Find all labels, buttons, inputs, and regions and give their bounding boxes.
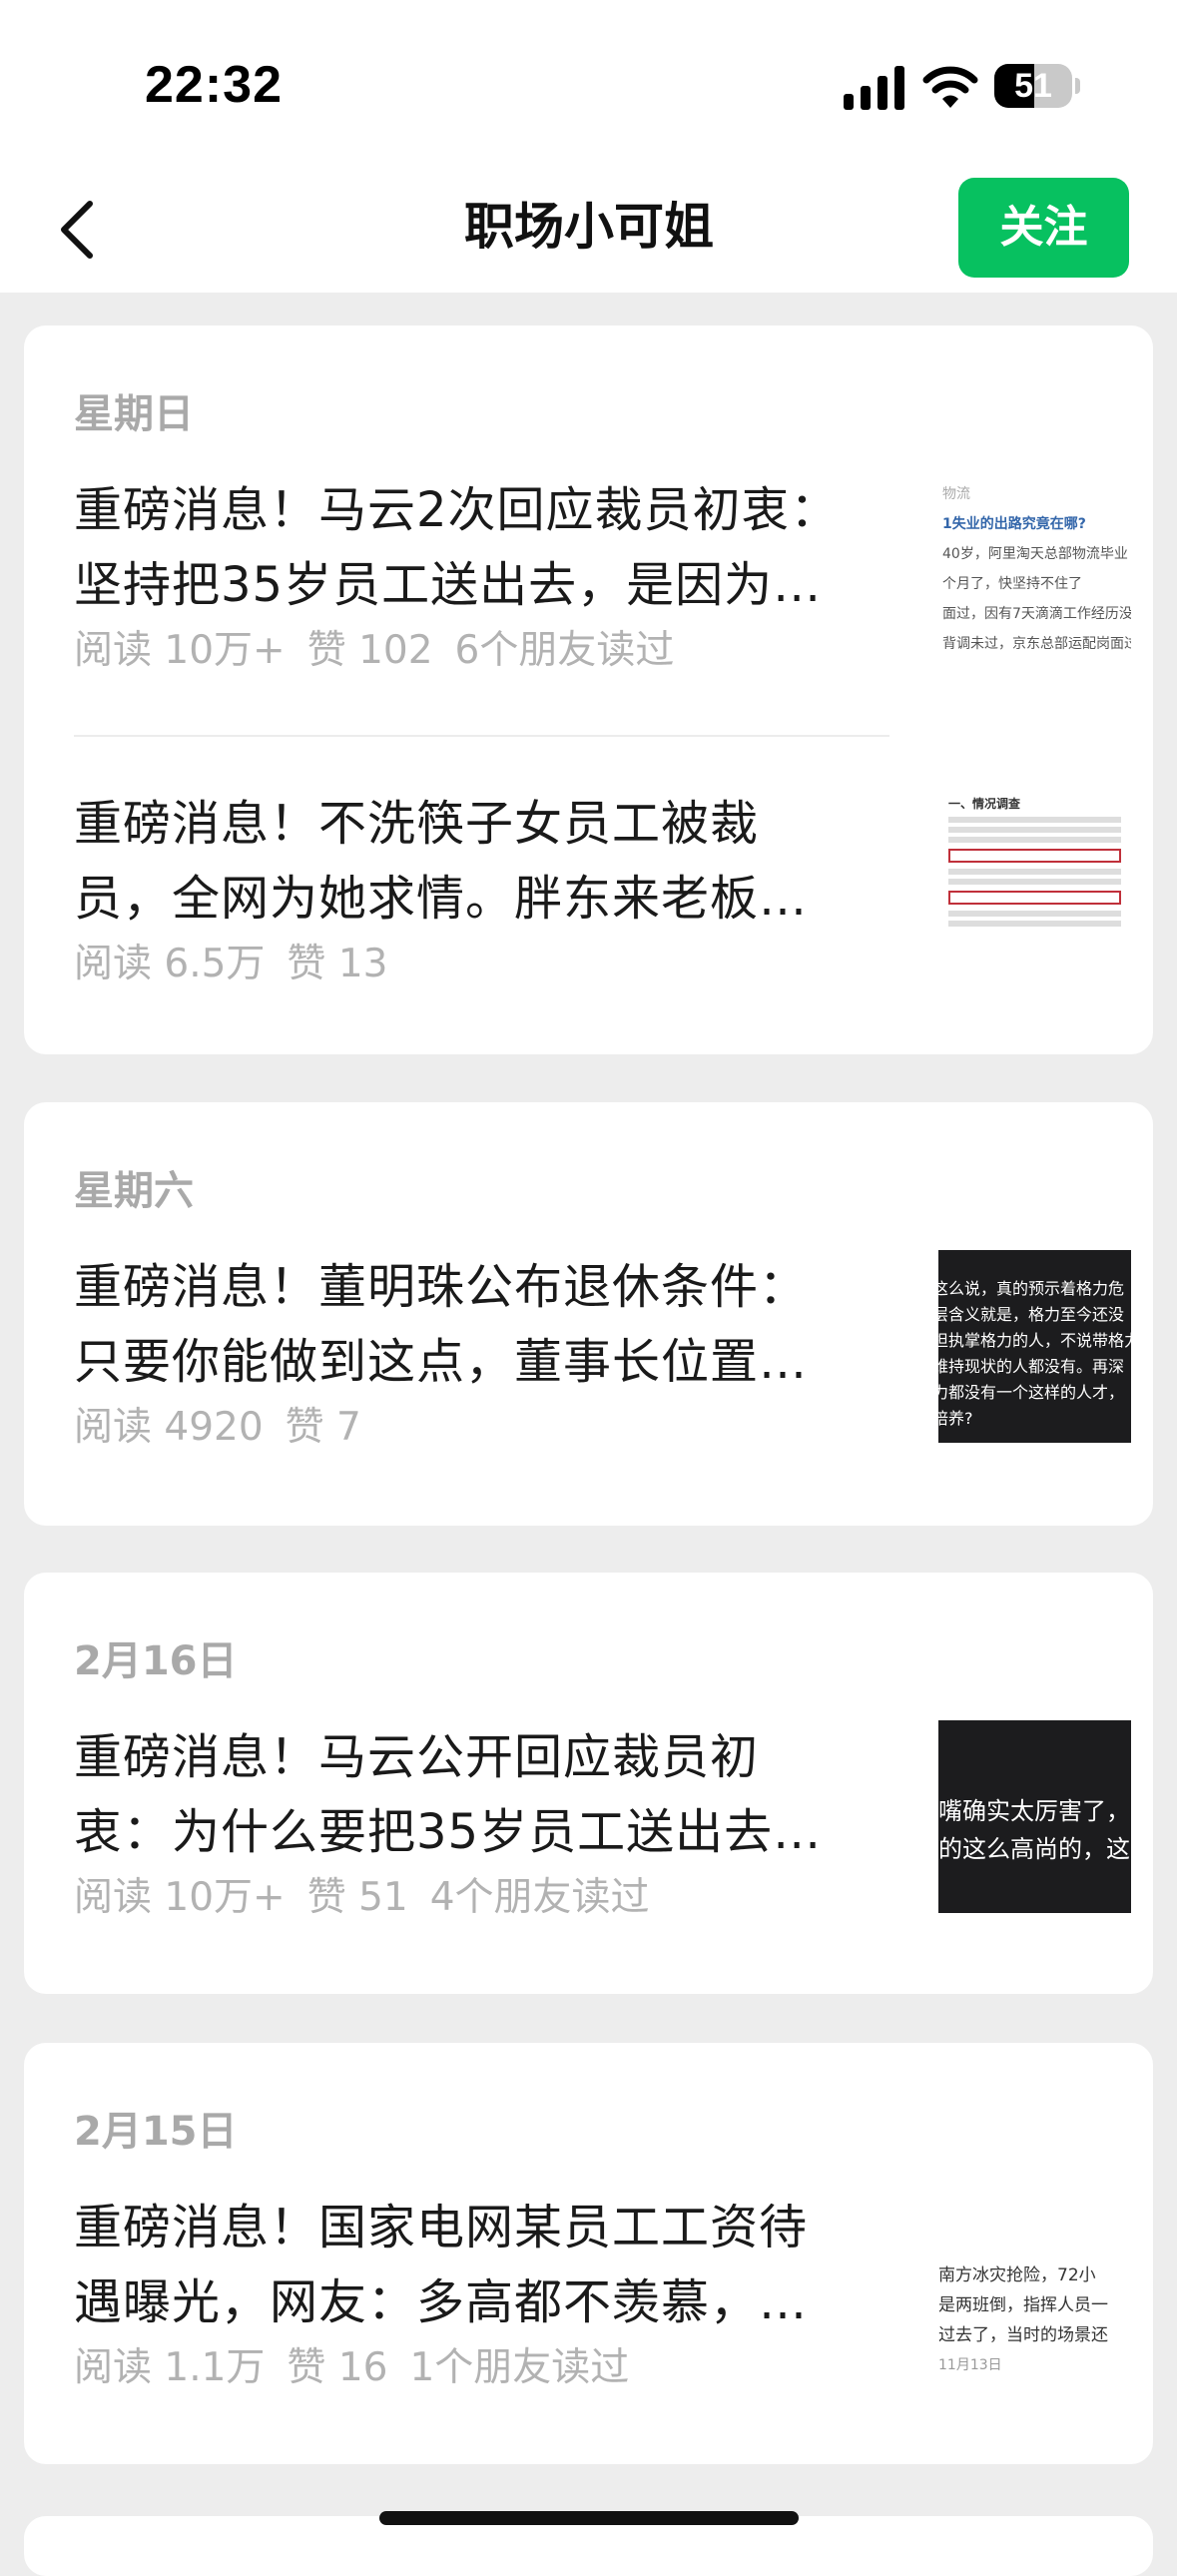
header: 22:32 51 职场小可姐 关注	[0, 0, 1177, 293]
article-title-line: 重磅消息！国家电网某员工工资待	[74, 2200, 809, 2255]
article-title-line: 重磅消息！马云2次回应裁员初衷：	[74, 482, 840, 538]
thumb-text: 背调未过，京东总部运配岗面过	[942, 636, 1131, 652]
friends-read: 6个朋友读过	[454, 628, 675, 673]
article-meta: 阅读 6.5万赞 13	[74, 937, 892, 992]
like-count: 赞 7	[285, 1405, 361, 1450]
like-count: 赞 16	[287, 2345, 388, 2390]
read-count: 阅读 4920	[74, 1405, 264, 1450]
article-title-line: 衷：为什么要把35岁员工送出去…	[74, 1804, 823, 1860]
list-item[interactable]: 重磅消息！马云公开回应裁员初 衷：为什么要把35岁员工送出去… 阅读 10万+ 赞…	[74, 1720, 1133, 1920]
article-thumbnail: 南方冰灾抢险，72小 是两班倒，指挥人员一 过去了，当时的场景还 11月13日	[938, 2191, 1131, 2383]
group-date: 2月16日	[74, 1638, 238, 1684]
read-count: 阅读 6.5万	[74, 942, 266, 986]
thumb-text: 是两班倒，指挥人员一	[938, 2295, 1108, 2315]
article-title-line: 重磅消息！不洗筷子女员工被裁	[74, 796, 760, 852]
thumb-text: 层含义就是，格力至今还没	[938, 1305, 1125, 1324]
group-date: 星期六	[74, 1168, 194, 1214]
list-item[interactable]: 重磅消息！董明珠公布退休条件： 只要你能做到这点，董事长位置… 阅读 4920 赞…	[74, 1250, 1133, 1450]
article-title-line: 坚持把35岁员工送出去，是因为…	[74, 557, 823, 613]
thumb-text: 物流	[942, 486, 970, 502]
article-title: 重磅消息！不洗筷子女员工被裁 员，全网为她求情。胖东来老板…	[74, 787, 892, 937]
article-title-line: 遇曝光，网友：多高都不羡慕，…	[74, 2274, 809, 2330]
thumb-text: 面过，因有7天滴滴工作经历没	[942, 606, 1131, 622]
article-thumbnail: 嘴确实太厉害了， 的这么高尚的，这	[938, 1720, 1131, 1913]
article-group-card: 星期日 重磅消息！马云2次回应裁员初衷： 坚持把35岁员工送出去，是因为… 阅读…	[24, 325, 1153, 1054]
cellular-signal-icon	[844, 66, 904, 110]
read-count: 阅读 10万+	[74, 628, 286, 673]
friends-read: 1个朋友读过	[409, 2345, 630, 2390]
article-meta: 阅读 1.1万赞 16 1个朋友读过	[74, 2340, 892, 2396]
thumb-text: 维持现状的人都没有。再深	[938, 1357, 1125, 1376]
thumb-text: 担执掌格力的人，不说带格力	[938, 1331, 1131, 1350]
article-meta: 阅读 10万+ 赞 102 6个朋友读过	[74, 623, 892, 679]
thumb-text: 的这么高尚的，这	[938, 1835, 1130, 1863]
group-date: 2月15日	[74, 2109, 238, 2155]
article-title: 重磅消息！董明珠公布退休条件： 只要你能做到这点，董事长位置…	[74, 1250, 892, 1400]
thumb-text: 11月13日	[938, 2357, 1002, 2373]
read-count: 阅读 1.1万	[74, 2345, 266, 2390]
like-count: 赞 102	[306, 628, 433, 673]
thumb-text: 40岁，阿里淘天总部物流毕业	[942, 546, 1128, 562]
article-group-card: 星期六 重磅消息！董明珠公布退休条件： 只要你能做到这点，董事长位置… 阅读 4…	[24, 1102, 1153, 1526]
thumb-text: 个月了，快坚持不住了	[942, 576, 1082, 592]
list-item[interactable]: 重磅消息！不洗筷子女员工被裁 员，全网为她求情。胖东来老板… 阅读 6.5万赞 …	[74, 787, 1133, 986]
article-title-line: 只要你能做到这点，董事长位置…	[74, 1334, 809, 1390]
battery-percent: 51	[1014, 67, 1052, 105]
article-title: 重磅消息！国家电网某员工工资待 遇曝光，网友：多高都不羡慕，…	[74, 2191, 892, 2340]
wifi-icon	[922, 66, 978, 108]
thumb-text: 1失业的出路究竟在哪?	[942, 516, 1086, 532]
article-group-card: 2月16日 重磅消息！马云公开回应裁员初 衷：为什么要把35岁员工送出去… 阅读…	[24, 1573, 1153, 1994]
article-title-line: 员，全网为她求情。胖东来老板…	[74, 871, 809, 927]
group-date: 星期日	[74, 391, 194, 437]
status-time: 22:32	[145, 56, 283, 114]
thumb-text: 嘴确实太厉害了，	[938, 1797, 1130, 1825]
page-title: 职场小可姐	[464, 198, 714, 256]
thumb-text: 过去了，当时的场景还	[938, 2325, 1108, 2345]
article-thumbnail: 这么说，真的预示着格力危 层含义就是，格力至今还没 担执掌格力的人，不说带格力 …	[938, 1250, 1131, 1443]
article-meta: 阅读 10万+ 赞 51 4个朋友读过	[74, 1870, 892, 1926]
article-title: 重磅消息！马云2次回应裁员初衷： 坚持把35岁员工送出去，是因为…	[74, 473, 892, 623]
thumb-text: 培养?	[938, 1409, 973, 1428]
nav-bar: 职场小可姐 关注	[0, 170, 1177, 293]
thumb-text: 一、情况调查	[948, 797, 1021, 811]
thumb-text: 南方冰灾抢险，72小	[938, 2265, 1096, 2285]
like-count: 赞 13	[287, 942, 388, 986]
article-title-line: 重磅消息！马云公开回应裁员初	[74, 1729, 760, 1785]
article-meta: 阅读 4920 赞 7	[74, 1400, 892, 1456]
article-thumbnail: 物流 1失业的出路究竟在哪? 40岁，阿里淘天总部物流毕业 个月了，快坚持不住了…	[938, 473, 1131, 666]
article-group-card	[24, 2516, 1153, 2576]
like-count: 赞 51	[306, 1875, 408, 1920]
article-title-line: 重磅消息！董明珠公布退休条件：	[74, 1259, 809, 1315]
status-bar: 22:32 51	[0, 0, 1177, 170]
follow-button[interactable]: 关注	[958, 178, 1129, 278]
thumb-text: 这么说，真的预示着格力危	[938, 1279, 1125, 1298]
list-item[interactable]: 重磅消息！马云2次回应裁员初衷： 坚持把35岁员工送出去，是因为… 阅读 10万…	[74, 473, 1133, 673]
home-indicator[interactable]	[379, 2511, 799, 2525]
friends-read: 4个朋友读过	[429, 1875, 650, 1920]
divider	[74, 735, 889, 737]
chevron-left-icon[interactable]	[40, 190, 120, 270]
article-thumbnail: 一、情况调查	[938, 787, 1131, 979]
article-group-card: 2月15日 重磅消息！国家电网某员工工资待 遇曝光，网友：多高都不羡慕，… 阅读…	[24, 2043, 1153, 2464]
list-item[interactable]: 重磅消息！国家电网某员工工资待 遇曝光，网友：多高都不羡慕，… 阅读 1.1万赞…	[74, 2191, 1133, 2390]
thumb-text: 力都没有一个这样的人才，	[938, 1383, 1125, 1402]
read-count: 阅读 10万+	[74, 1875, 286, 1920]
article-title: 重磅消息！马云公开回应裁员初 衷：为什么要把35岁员工送出去…	[74, 1720, 892, 1870]
battery-icon: 51	[994, 64, 1080, 108]
